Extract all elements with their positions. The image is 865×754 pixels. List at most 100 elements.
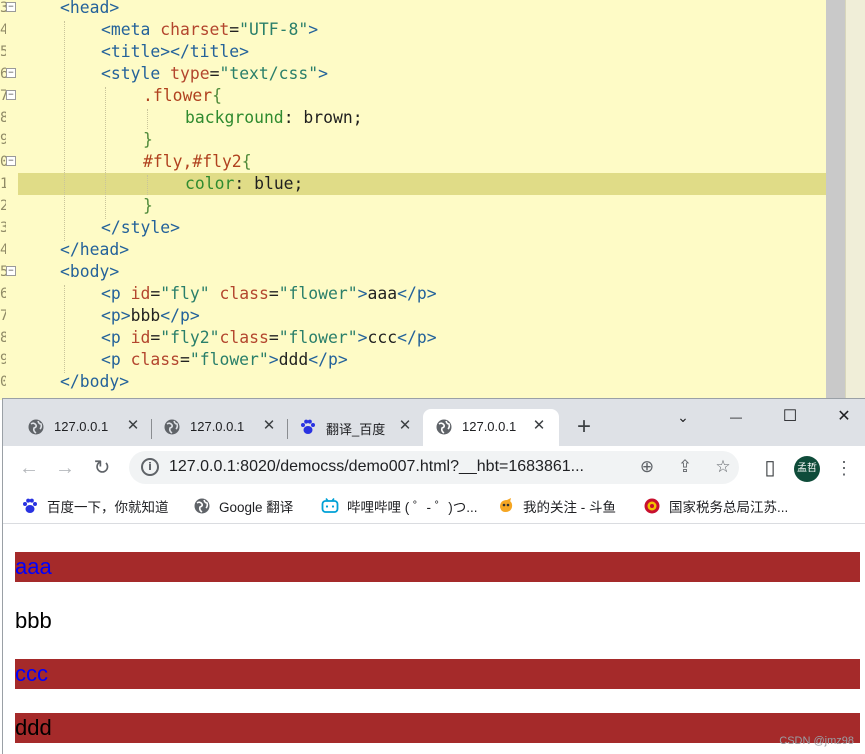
line-number: 4 — [0, 242, 6, 258]
indent-guide — [64, 21, 65, 241]
bilibili-icon — [321, 498, 339, 513]
paragraph-ddd: ddd — [15, 713, 860, 743]
code-line[interactable]: 8 background: brown; — [0, 107, 826, 129]
code-line[interactable]: 2 } — [0, 195, 826, 217]
share-icon[interactable]: ⇪ — [675, 457, 695, 477]
code-text: <title></title> — [101, 42, 250, 61]
code-line[interactable]: 7 − .flower{ — [0, 85, 826, 107]
tax-emblem-icon — [644, 498, 660, 514]
fold-toggle-icon[interactable]: − — [6, 68, 16, 78]
fold-toggle-icon[interactable]: − — [6, 2, 16, 12]
globe-icon — [28, 419, 44, 435]
bookmark-label: Google 翻译 — [219, 500, 294, 515]
globe-icon — [194, 498, 210, 514]
code-line[interactable]: 1 color: blue; — [0, 173, 826, 195]
close-icon[interactable]: ✕ — [125, 418, 141, 434]
line-number: 8 — [0, 330, 6, 346]
indent-guide — [105, 87, 106, 219]
code-line[interactable]: 8 <p id="fly2"class="flower">ccc</p> — [0, 327, 826, 349]
code-line[interactable]: 3 − <head> — [0, 0, 826, 19]
code-line[interactable]: 7 <p>bbb</p> — [0, 305, 826, 327]
code-text: </style> — [101, 218, 180, 237]
browser-window: 127.0.0.1 ✕ 127.0.0.1 ✕ 翻译_百度 ✕ 127.0.0.… — [2, 398, 865, 754]
new-tab-button[interactable]: + — [571, 415, 597, 441]
bookmark-google-translate[interactable]: Google 翻译 — [193, 496, 293, 518]
forward-button[interactable]: → — [53, 456, 77, 480]
tab-title: 翻译_百度 — [326, 422, 386, 437]
reload-button[interactable]: ↻ — [90, 456, 114, 480]
code-line[interactable]: 6 <p id="fly" class="flower">aaa</p> — [0, 283, 826, 305]
back-button[interactable]: ← — [17, 456, 41, 480]
bookmark-baidu[interactable]: 百度一下，你就知道 — [21, 496, 169, 518]
fold-toggle-icon[interactable]: − — [6, 156, 16, 166]
side-panel-icon[interactable]: ▯ — [758, 456, 782, 480]
bookmark-label: 百度一下，你就知道 — [47, 500, 169, 515]
indent-guide — [64, 285, 65, 373]
bookmark-label: 国家税务总局江苏... — [669, 500, 789, 515]
line-number: 4 — [0, 22, 6, 38]
bookmark-tax-bureau[interactable]: 国家税务总局江苏... — [643, 496, 788, 518]
baidu-paw-icon — [301, 419, 315, 434]
code-line[interactable]: 0 </body> — [0, 371, 826, 393]
code-line[interactable]: 9 <p class="flower">ddd</p> — [0, 349, 826, 371]
browser-toolbar: ← → ↻ i 127.0.0.1:8020/democss/demo007.h… — [3, 446, 865, 490]
menu-icon[interactable]: ⋮ — [835, 456, 853, 480]
code-line[interactable]: 5 − <body> — [0, 261, 826, 283]
code-text: <body> — [60, 262, 120, 281]
bookmark-label: 哔哩哔哩 ( ゜- ゜)つ... — [347, 500, 478, 515]
url-text[interactable]: 127.0.0.1:8020/democss/demo007.html?__hb… — [169, 458, 584, 476]
tab-title: 127.0.0.1 — [190, 419, 245, 434]
watermark: CSDN @jmz98 — [779, 735, 854, 747]
zoom-icon[interactable]: ⊕ — [637, 457, 657, 477]
line-number: 8 — [0, 110, 6, 126]
bookmark-bilibili[interactable]: 哔哩哔哩 ( ゜- ゜)つ... — [321, 496, 478, 518]
code-editor[interactable]: 3 − <head> 4 <meta charset="UTF-8"> 5 <t… — [0, 0, 865, 400]
page-content: aaa bbb ccc ddd CSDN @jmz98 — [3, 525, 865, 754]
code-text: } — [143, 130, 153, 149]
line-number: 5 — [0, 44, 6, 60]
line-number: 6 — [0, 286, 6, 302]
editor-side-panel — [845, 0, 865, 400]
editor-scrollbar[interactable] — [826, 0, 845, 400]
globe-icon — [164, 419, 180, 435]
paragraph-bbb: bbb — [15, 608, 52, 633]
tab-strip: 127.0.0.1 ✕ 127.0.0.1 ✕ 翻译_百度 ✕ 127.0.0.… — [3, 399, 865, 446]
tab-127-1[interactable]: 127.0.0.1 ✕ — [15, 409, 151, 446]
maximize-button[interactable]: ☐ — [775, 405, 805, 429]
code-line[interactable]: 0 − #fly,#fly2{ — [0, 151, 826, 173]
line-number: 9 — [0, 132, 6, 148]
tab-baidu-translate[interactable]: 翻译_百度 ✕ — [287, 409, 421, 446]
code-text: </body> — [60, 372, 130, 391]
close-icon[interactable]: ✕ — [397, 418, 413, 434]
avatar[interactable]: 孟哲 — [794, 456, 820, 482]
code-line[interactable]: 9 } — [0, 129, 826, 151]
code-text: <head> — [60, 0, 120, 17]
close-icon[interactable]: ✕ — [261, 418, 277, 434]
code-line[interactable]: 5 <title></title> — [0, 41, 826, 63]
baidu-paw-icon — [23, 498, 37, 513]
line-number: 1 — [0, 176, 6, 192]
tab-127-active[interactable]: 127.0.0.1 ✕ — [423, 409, 559, 446]
bookmarks-bar: 百度一下，你就知道 Google 翻译 哔哩哔哩 ( ゜- ゜)つ... 我的关… — [3, 490, 865, 524]
close-icon[interactable]: ✕ — [531, 418, 547, 434]
bookmark-star-icon[interactable]: ☆ — [713, 457, 733, 477]
line-number: 7 — [0, 308, 6, 324]
code-line[interactable]: 4 <meta charset="UTF-8"> — [0, 19, 826, 41]
address-bar[interactable]: i 127.0.0.1:8020/democss/demo007.html?__… — [129, 451, 739, 484]
tab-127-2[interactable]: 127.0.0.1 ✕ — [151, 409, 287, 446]
code-line[interactable]: 4 </head> — [0, 239, 826, 261]
fold-toggle-icon[interactable]: − — [6, 90, 16, 100]
minimize-button[interactable]: — — [721, 405, 751, 429]
code-line[interactable]: 6 − <style type="text/css"> — [0, 63, 826, 85]
douyu-icon — [500, 498, 513, 512]
bookmark-douyu[interactable]: 我的关注 - 斗鱼 — [497, 496, 616, 518]
indent-guide — [147, 175, 148, 195]
fold-toggle-icon[interactable]: − — [6, 266, 16, 276]
code-text: } — [143, 196, 153, 215]
code-line[interactable]: 3 </style> — [0, 217, 826, 239]
tab-search-dropdown-icon[interactable]: ⌄ — [668, 405, 698, 429]
globe-icon — [436, 419, 452, 435]
indent-guide — [147, 109, 148, 129]
window-close-button[interactable]: ✕ — [829, 405, 859, 429]
site-info-icon[interactable]: i — [141, 458, 159, 476]
